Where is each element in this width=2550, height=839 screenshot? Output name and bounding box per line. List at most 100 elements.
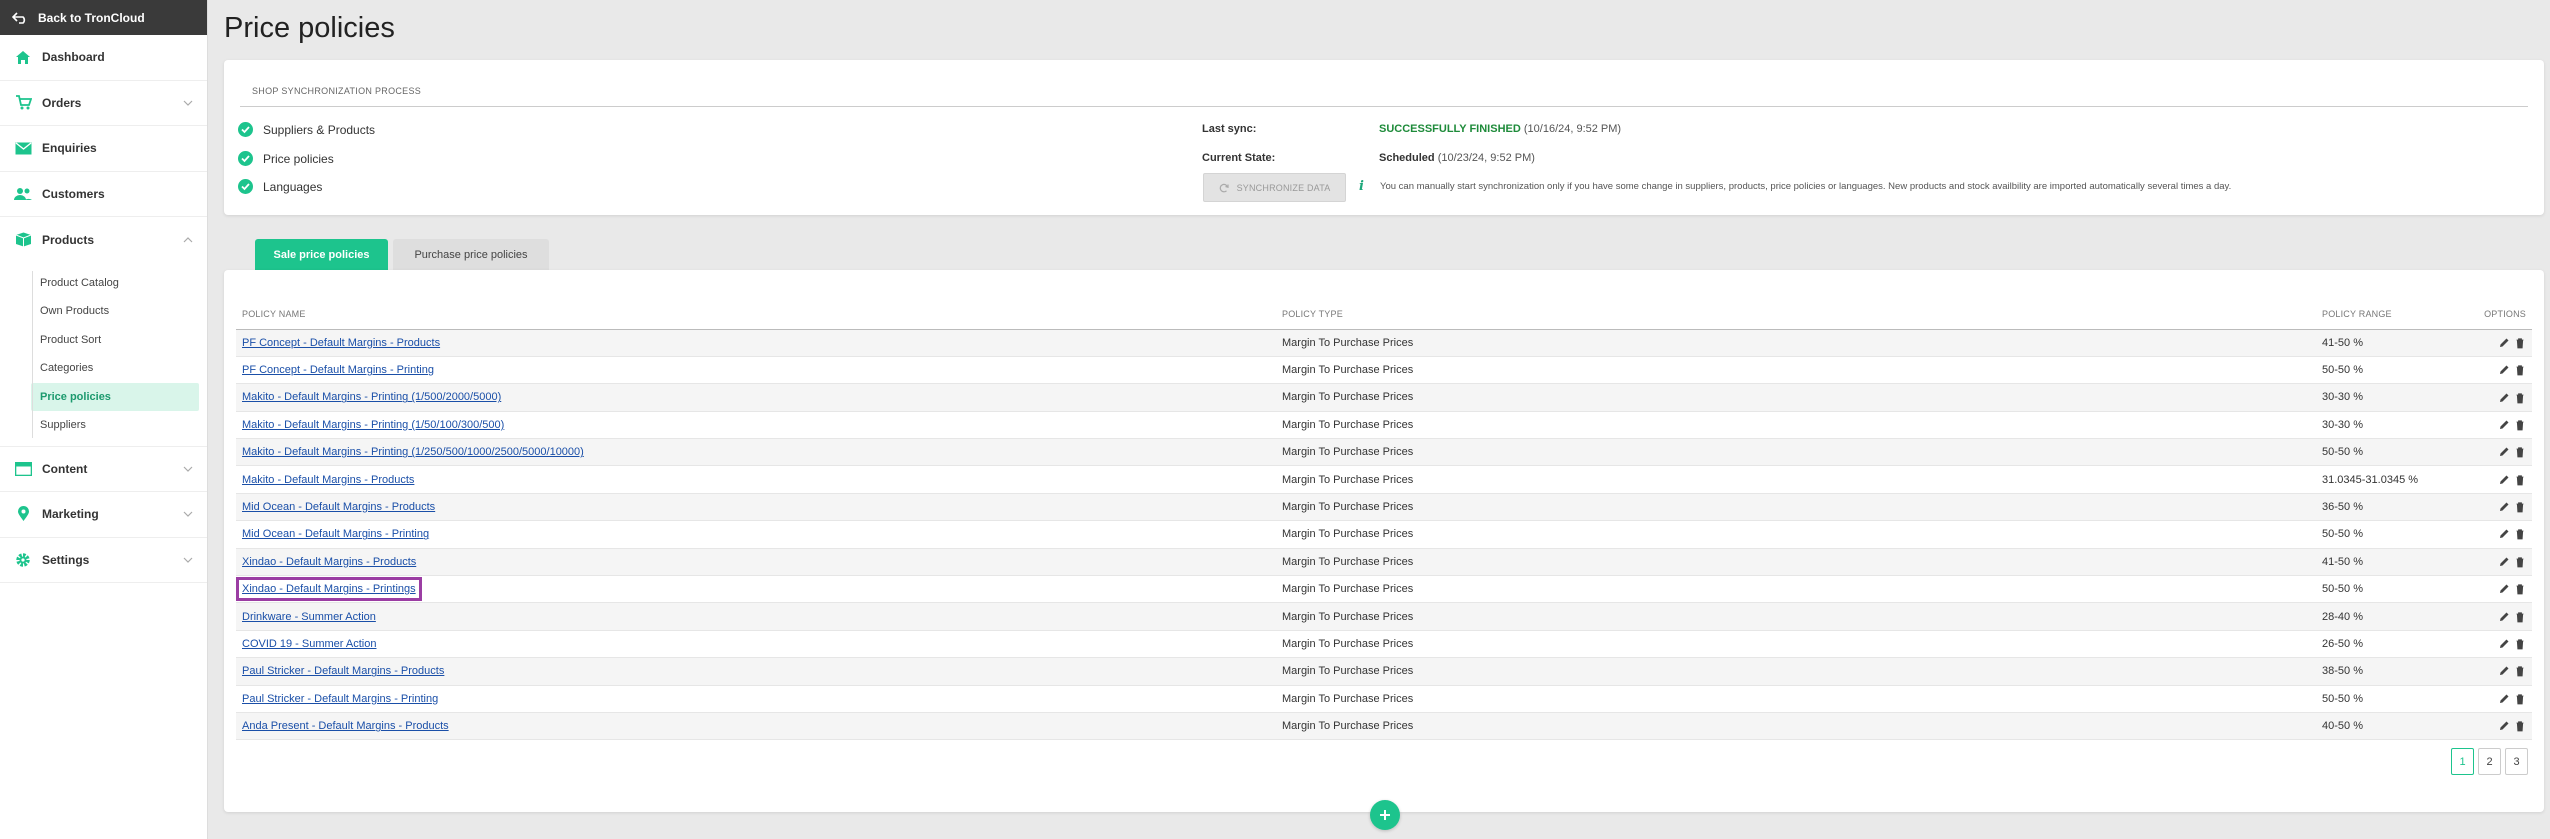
policy-name-link[interactable]: Makito - Default Margins - Printing (1/5… [242, 391, 501, 403]
options-cell [2466, 383, 2532, 412]
policy-table-card: POLICY NAME POLICY TYPE POLICY RANGE OPT… [224, 270, 2544, 812]
trash-icon[interactable] [2514, 556, 2526, 568]
trash-icon[interactable] [2514, 392, 2526, 404]
sidebar-subitem-own-products[interactable]: Own Products [31, 297, 199, 326]
sidebar-subitem-product-catalog[interactable]: Product Catalog [31, 269, 199, 298]
trash-icon[interactable] [2514, 474, 2526, 486]
pencil-icon[interactable] [2498, 611, 2510, 623]
sidebar-item-enquiries[interactable]: Enquiries [0, 126, 207, 172]
trash-icon[interactable] [2514, 665, 2526, 677]
page-button-2[interactable]: 2 [2478, 748, 2501, 775]
policy-name-link[interactable]: Mid Ocean - Default Margins - Printing [242, 528, 429, 540]
policy-name-cell: Drinkware - Summer Action [236, 602, 1276, 631]
table-row: Paul Stricker - Default Margins - Produc… [236, 657, 2532, 686]
sidebar-subitem-suppliers[interactable]: Suppliers [31, 411, 199, 440]
policy-range-cell: 40-50 % [2316, 712, 2466, 741]
policy-name-link[interactable]: Makito - Default Margins - Products [242, 474, 414, 486]
sidebar-item-label: Enquiries [42, 141, 97, 156]
policy-type-cell: Margin To Purchase Prices [1276, 465, 2316, 494]
trash-icon[interactable] [2514, 501, 2526, 513]
pencil-icon[interactable] [2498, 419, 2510, 431]
add-policy-button[interactable] [1370, 800, 1400, 830]
pencil-icon[interactable] [2498, 474, 2510, 486]
trash-icon[interactable] [2514, 446, 2526, 458]
page-button-3[interactable]: 3 [2505, 748, 2528, 775]
trash-icon[interactable] [2514, 583, 2526, 595]
column-header-policy-type[interactable]: POLICY TYPE [1276, 300, 2316, 330]
policy-name-link[interactable]: Xindao - Default Margins - Products [242, 556, 416, 568]
policy-name-link[interactable]: Anda Present - Default Margins - Product… [242, 720, 449, 732]
sidebar-item-products[interactable]: Products [0, 217, 207, 263]
trash-icon[interactable] [2514, 638, 2526, 650]
pencil-icon[interactable] [2498, 528, 2510, 540]
page-button-1[interactable]: 1 [2451, 748, 2474, 775]
policy-name-link[interactable]: Makito - Default Margins - Printing (1/5… [242, 419, 504, 431]
policy-name-link[interactable]: Paul Stricker - Default Margins - Produc… [242, 665, 444, 677]
tab-sale-price-policies[interactable]: Sale price policies [255, 239, 388, 270]
policy-name-cell: Makito - Default Margins - Printing (1/5… [236, 411, 1276, 440]
policy-type-cell: Margin To Purchase Prices [1276, 493, 2316, 522]
table-row: Anda Present - Default Margins - Product… [236, 712, 2532, 741]
pencil-icon[interactable] [2498, 720, 2510, 732]
check-circle-icon [238, 179, 253, 194]
policy-name-link[interactable]: Mid Ocean - Default Margins - Products [242, 501, 435, 513]
policy-name-link[interactable]: PF Concept - Default Margins - Printing [242, 364, 434, 376]
table-row: Makito - Default Margins - Products Margi… [236, 465, 2532, 494]
sidebar-item-customers[interactable]: Customers [0, 172, 207, 217]
pencil-icon[interactable] [2498, 364, 2510, 376]
pencil-icon[interactable] [2498, 556, 2510, 568]
pencil-icon[interactable] [2498, 337, 2510, 349]
table-row: Makito - Default Margins - Printing (1/5… [236, 411, 2532, 440]
policy-type-cell: Margin To Purchase Prices [1276, 520, 2316, 549]
trash-icon[interactable] [2514, 337, 2526, 349]
policy-type-cell: Margin To Purchase Prices [1276, 630, 2316, 659]
pencil-icon[interactable] [2498, 638, 2510, 650]
trash-icon[interactable] [2514, 611, 2526, 623]
sidebar-item-marketing[interactable]: Marketing [0, 492, 207, 538]
pencil-icon[interactable] [2498, 446, 2510, 458]
sync-check-suppliers-products: Suppliers & Products [238, 122, 375, 137]
tab-purchase-price-policies[interactable]: Purchase price policies [393, 239, 549, 270]
sidebar-item-dashboard[interactable]: Dashboard [0, 35, 207, 81]
policy-name-cell: PF Concept - Default Margins - Printing [236, 356, 1276, 385]
policy-range-cell: 41-50 % [2316, 548, 2466, 577]
sidebar-subitem-price-policies[interactable]: Price policies [31, 382, 199, 411]
trash-icon[interactable] [2514, 720, 2526, 732]
back-to-troncloud-link[interactable]: Back to TronCloud [0, 0, 207, 35]
policy-name-link[interactable]: PF Concept - Default Margins - Products [242, 337, 440, 349]
pencil-icon[interactable] [2498, 693, 2510, 705]
policy-name-cell: Xindao - Default Margins - Products [236, 548, 1276, 577]
home-icon [14, 49, 32, 65]
sidebar-subitem-product-sort[interactable]: Product Sort [31, 326, 199, 355]
pencil-icon[interactable] [2498, 501, 2510, 513]
policy-name-link[interactable]: Drinkware - Summer Action [242, 611, 376, 623]
policy-name-link[interactable]: Xindao - Default Margins - Printings [236, 577, 422, 602]
policy-range-cell: 28-40 % [2316, 602, 2466, 631]
trash-icon[interactable] [2514, 693, 2526, 705]
trash-icon[interactable] [2514, 528, 2526, 540]
policy-range-cell: 26-50 % [2316, 630, 2466, 659]
column-header-options: OPTIONS [2466, 300, 2532, 330]
column-header-policy-range[interactable]: POLICY RANGE [2316, 300, 2466, 330]
policy-type-cell: Margin To Purchase Prices [1276, 548, 2316, 577]
options-cell [2466, 465, 2532, 494]
policy-name-link[interactable]: Paul Stricker - Default Margins - Printi… [242, 693, 438, 705]
sidebar-subitem-categories[interactable]: Categories [31, 354, 199, 383]
options-cell [2466, 630, 2532, 659]
policy-name-link[interactable]: COVID 19 - Summer Action [242, 638, 377, 650]
policy-name-cell: Xindao - Default Margins - Printings [236, 575, 1276, 604]
trash-icon[interactable] [2514, 419, 2526, 431]
sidebar-item-content[interactable]: Content [0, 447, 207, 492]
products-subnav: Product Catalog Own Products Product Sor… [0, 263, 207, 447]
synchronize-data-button[interactable]: SYNCHRONIZE DATA [1203, 173, 1346, 202]
policy-name-cell: PF Concept - Default Margins - Products [236, 329, 1276, 357]
pencil-icon[interactable] [2498, 583, 2510, 595]
policy-name-link[interactable]: Makito - Default Margins - Printing (1/2… [242, 446, 584, 458]
sidebar-item-orders[interactable]: Orders [0, 81, 207, 126]
pencil-icon[interactable] [2498, 392, 2510, 404]
column-header-policy-name[interactable]: POLICY NAME [236, 300, 1276, 330]
sidebar-item-settings[interactable]: Settings [0, 538, 207, 583]
plus-icon [1380, 810, 1390, 820]
trash-icon[interactable] [2514, 364, 2526, 376]
pencil-icon[interactable] [2498, 665, 2510, 677]
